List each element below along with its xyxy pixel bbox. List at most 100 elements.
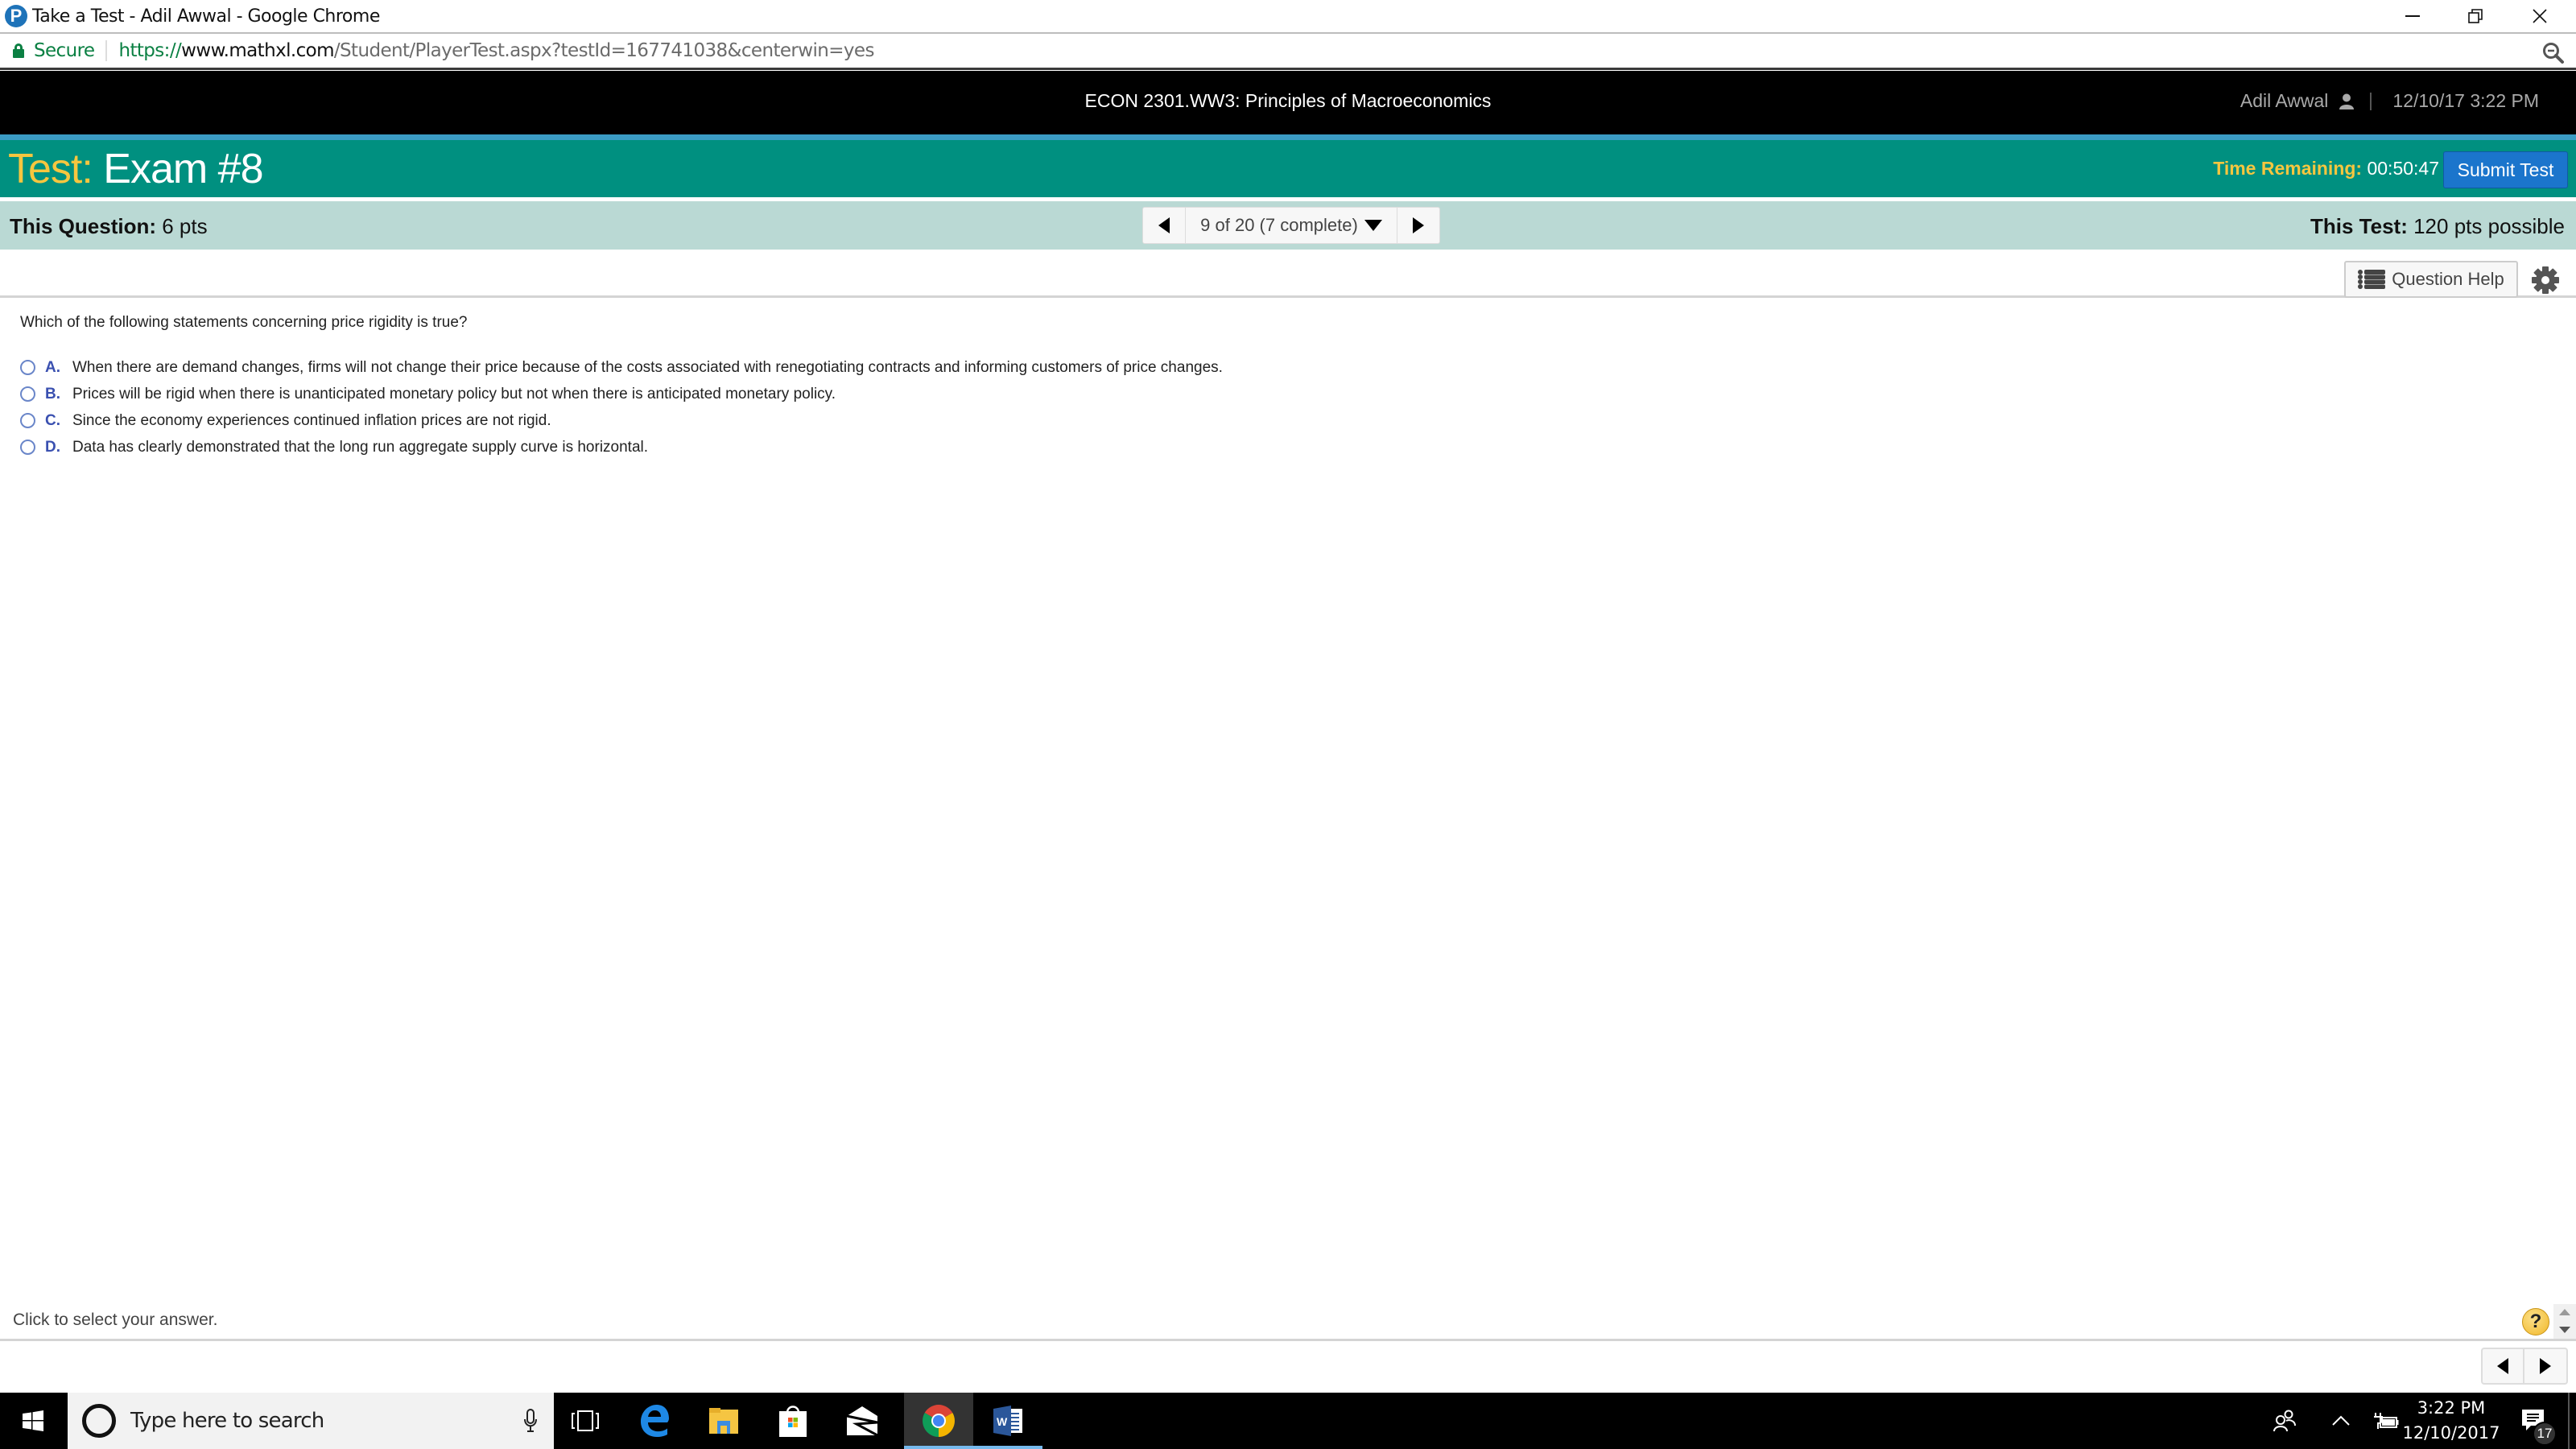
edge-button[interactable] <box>620 1393 689 1449</box>
this-question-label: This Question: <box>10 214 156 238</box>
radio-button[interactable] <box>20 440 35 455</box>
address-bar[interactable]: Secure https://www.mathxl.com/Student/Pl… <box>0 32 2576 70</box>
tool-row: Question Help <box>0 250 2576 298</box>
triangle-right-icon <box>2540 1358 2551 1374</box>
user-area: Adil Awwal 12/10/17 3:22 PM <box>2240 90 2539 112</box>
this-question-points: 6 pts <box>162 214 208 238</box>
question-navigator: 9 of 20 (7 complete) <box>1142 207 1440 244</box>
question-text: Which of the following statements concer… <box>20 314 468 331</box>
address-separator <box>105 40 108 61</box>
help-icon[interactable]: ? <box>2522 1308 2549 1335</box>
clock-time: 3:22 PM <box>2417 1398 2486 1418</box>
option-text: Since the economy experiences continued … <box>72 411 551 429</box>
test-bar: Test: Exam #8 Time Remaining: 00:50:47 S… <box>0 140 2576 197</box>
time-remaining-label: Time Remaining: <box>2213 158 2363 179</box>
course-header: ECON 2301.WW3: Principles of Macroeconom… <box>0 71 2576 134</box>
triangle-right-icon <box>1413 217 1424 233</box>
mathxl-logo-icon: P <box>5 5 27 27</box>
question-help-label: Question Help <box>2392 269 2504 289</box>
question-selector-dropdown[interactable]: 9 of 20 (7 complete) <box>1186 207 1397 244</box>
screen: P Take a Test - Adil Awwal - Google Chro… <box>0 0 2576 1449</box>
people-icon <box>2273 1410 2296 1432</box>
status-scroll[interactable] <box>2553 1304 2576 1341</box>
answer-options: A. When there are demand changes, firms … <box>20 354 1223 460</box>
svg-text:W: W <box>997 1415 1008 1428</box>
radio-button[interactable] <box>20 413 35 428</box>
active-indicator <box>904 1446 973 1449</box>
header-stripe <box>0 134 2576 140</box>
mail-button[interactable] <box>828 1393 897 1449</box>
search-placeholder: Type here to search <box>130 1409 324 1433</box>
gear-icon <box>2532 266 2559 294</box>
edge-icon <box>641 1405 669 1437</box>
word-button[interactable]: W <box>973 1393 1042 1449</box>
radio-button[interactable] <box>20 360 35 375</box>
url-host: www.mathxl.com <box>181 40 334 61</box>
option-text: Prices will be rigid when there is unant… <box>72 385 836 402</box>
task-view-button[interactable] <box>551 1393 620 1449</box>
window-title: Take a Test - Adil Awwal - Google Chrome <box>32 6 380 27</box>
submit-test-button[interactable]: Submit Test <box>2443 151 2568 188</box>
start-button[interactable] <box>0 1393 66 1449</box>
restore-button[interactable] <box>2439 0 2512 32</box>
notification-count-badge: 17 <box>2533 1422 2557 1446</box>
triangle-left-icon <box>1158 217 1170 233</box>
question-help-button[interactable]: Question Help <box>2344 261 2518 298</box>
user-icon <box>2339 93 2355 109</box>
lock-icon <box>13 43 24 58</box>
chrome-icon <box>923 1405 955 1437</box>
answer-option-d[interactable]: D. Data has clearly demonstrated that th… <box>20 434 1223 460</box>
show-hidden-icons-button[interactable] <box>2326 1393 2355 1449</box>
option-text: When there are demand changes, firms wil… <box>72 358 1223 376</box>
previous-question-button[interactable] <box>1142 207 1186 244</box>
option-letter: D. <box>45 438 60 456</box>
people-button[interactable] <box>2268 1393 2301 1449</box>
mail-icon <box>846 1406 878 1435</box>
answer-option-c[interactable]: C. Since the economy experiences continu… <box>20 407 1223 434</box>
status-message: Click to select your answer. <box>13 1311 218 1329</box>
next-question-button[interactable] <box>1397 207 1440 244</box>
settings-button[interactable] <box>2531 266 2560 295</box>
store-button[interactable] <box>758 1393 828 1449</box>
task-view-icon <box>572 1410 599 1431</box>
taskbar-clock[interactable]: 3:22 PM 12/10/2017 <box>2391 1396 2512 1446</box>
answer-option-a[interactable]: A. When there are demand changes, firms … <box>20 354 1223 381</box>
taskbar: Type here to search W 3:22 PM 12/10/2017… <box>0 1393 2576 1449</box>
user-name[interactable]: Adil Awwal <box>2240 90 2329 112</box>
scroll-up-icon[interactable] <box>2559 1309 2570 1315</box>
footer-previous-button[interactable] <box>2481 1348 2524 1385</box>
file-explorer-button[interactable] <box>689 1393 758 1449</box>
microphone-icon[interactable] <box>523 1409 538 1433</box>
show-desktop-button[interactable] <box>2568 1393 2570 1449</box>
footer-divider <box>0 1339 2576 1341</box>
minimize-button[interactable] <box>2376 0 2449 32</box>
scroll-down-icon[interactable] <box>2559 1327 2570 1333</box>
chrome-button[interactable] <box>904 1393 973 1449</box>
caret-down-icon <box>1364 220 1382 231</box>
url-path: /Student/PlayerTest.aspx?testId=16774103… <box>333 40 875 61</box>
radio-button[interactable] <box>20 386 35 402</box>
answer-option-b[interactable]: B. Prices will be rigid when there is un… <box>20 381 1223 407</box>
test-heading-prefix: Test: <box>8 146 93 192</box>
option-letter: C. <box>45 411 60 429</box>
triangle-left-icon <box>2497 1358 2508 1374</box>
clock-date: 12/10/2017 <box>2402 1423 2500 1443</box>
close-window-button[interactable] <box>2504 0 2576 32</box>
option-text: Data has clearly demonstrated that the l… <box>72 438 649 456</box>
secure-label: Secure <box>34 40 95 61</box>
time-remaining-value: 00:50:47 <box>2367 158 2439 179</box>
question-selector-label: 9 of 20 (7 complete) <box>1200 215 1358 235</box>
this-test-points: 120 pts possible <box>2413 214 2565 238</box>
chevron-up-icon <box>2332 1415 2350 1426</box>
test-heading: Test: Exam #8 <box>8 145 264 193</box>
cortana-icon <box>82 1404 116 1438</box>
this-test: This Test: 120 pts possible <box>2310 214 2565 239</box>
store-icon <box>779 1406 807 1437</box>
footer-next-button[interactable] <box>2524 1348 2568 1385</box>
taskbar-search[interactable]: Type here to search <box>68 1393 554 1449</box>
url-text[interactable]: https://www.mathxl.com/Student/PlayerTes… <box>118 40 875 61</box>
restore-icon <box>2468 9 2483 23</box>
header-separator <box>2370 92 2372 110</box>
zoom-out-button[interactable] <box>2542 42 2565 68</box>
windows-icon <box>23 1410 43 1431</box>
